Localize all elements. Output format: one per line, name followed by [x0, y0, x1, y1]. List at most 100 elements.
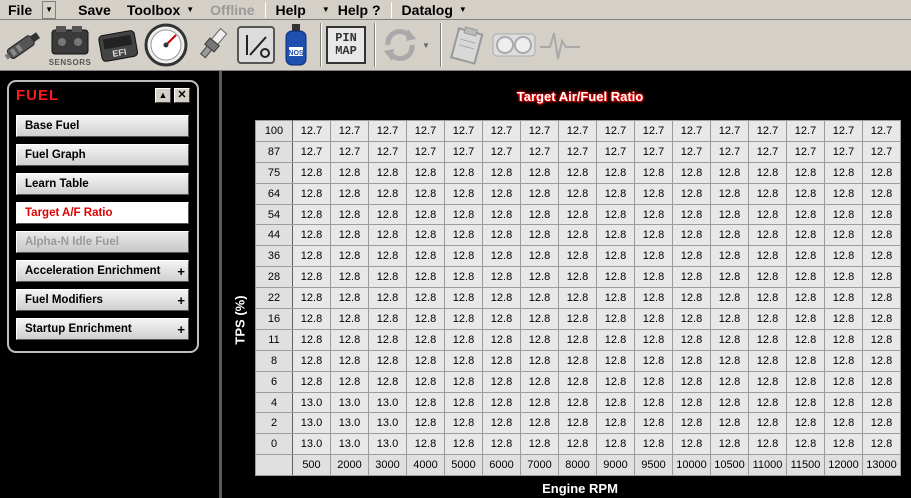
- afr-cell[interactable]: 12.8: [748, 287, 787, 310]
- afr-cell[interactable]: 12.8: [406, 287, 445, 310]
- afr-cell[interactable]: 12.8: [748, 391, 787, 414]
- afr-cell[interactable]: 12.7: [558, 120, 597, 142]
- afr-cell[interactable]: 12.8: [368, 161, 407, 184]
- afr-cell[interactable]: 12.8: [330, 349, 369, 372]
- afr-cell[interactable]: 12.8: [786, 287, 825, 310]
- afr-cell[interactable]: 12.8: [786, 412, 825, 435]
- afr-cell[interactable]: 12.8: [634, 412, 673, 435]
- afr-cell[interactable]: 13.0: [330, 391, 369, 414]
- afr-cell[interactable]: 12.8: [482, 349, 521, 372]
- afr-cell[interactable]: 12.8: [406, 266, 445, 289]
- nav-item[interactable]: Base Fuel: [16, 115, 189, 137]
- afr-cell[interactable]: 12.8: [330, 161, 369, 184]
- afr-cell[interactable]: 12.8: [558, 370, 597, 393]
- chevron-down-icon[interactable]: ▼: [422, 41, 430, 50]
- afr-cell[interactable]: 12.8: [444, 161, 483, 184]
- afr-cell[interactable]: 12.8: [292, 266, 331, 289]
- afr-cell[interactable]: 12.8: [406, 203, 445, 226]
- afr-cell[interactable]: 12.8: [634, 433, 673, 456]
- dash-gauges-button[interactable]: [492, 22, 536, 68]
- afr-cell[interactable]: 12.7: [824, 120, 863, 142]
- afr-cell[interactable]: 12.8: [786, 182, 825, 205]
- afr-cell[interactable]: 12.8: [672, 328, 711, 351]
- afr-cell[interactable]: 12.7: [368, 140, 407, 163]
- afr-cell[interactable]: 12.8: [710, 161, 749, 184]
- afr-cell[interactable]: 12.8: [824, 266, 863, 289]
- afr-cell[interactable]: 12.7: [406, 140, 445, 163]
- afr-cell[interactable]: 12.8: [748, 161, 787, 184]
- afr-cell[interactable]: 12.8: [710, 182, 749, 205]
- afr-cell[interactable]: 12.8: [634, 328, 673, 351]
- afr-cell[interactable]: 12.8: [368, 328, 407, 351]
- pin-map-button[interactable]: PIN MAP: [326, 22, 366, 68]
- afr-cell[interactable]: 12.8: [444, 203, 483, 226]
- afr-cell[interactable]: 12.8: [520, 391, 559, 414]
- minimize-button[interactable]: ▲: [155, 88, 171, 103]
- afr-cell[interactable]: 12.8: [596, 328, 635, 351]
- afr-cell[interactable]: 12.8: [634, 203, 673, 226]
- afr-cell[interactable]: 12.8: [444, 391, 483, 414]
- afr-cell[interactable]: 12.8: [368, 370, 407, 393]
- afr-cell[interactable]: 12.7: [748, 140, 787, 163]
- afr-cell[interactable]: 12.8: [406, 328, 445, 351]
- afr-cell[interactable]: 12.8: [558, 245, 597, 268]
- afr-cell[interactable]: 12.8: [520, 433, 559, 456]
- afr-cell[interactable]: 12.8: [634, 308, 673, 330]
- afr-cell[interactable]: 12.8: [330, 224, 369, 247]
- afr-cell[interactable]: 12.8: [330, 308, 369, 330]
- afr-cell[interactable]: 12.8: [634, 391, 673, 414]
- afr-cell[interactable]: 12.8: [558, 328, 597, 351]
- afr-cell[interactable]: 12.8: [824, 287, 863, 310]
- gauge-button[interactable]: [144, 22, 188, 68]
- afr-cell[interactable]: 12.8: [406, 308, 445, 330]
- afr-cell[interactable]: 12.8: [862, 433, 901, 456]
- afr-cell[interactable]: 12.7: [368, 120, 407, 142]
- afr-cell[interactable]: 12.8: [444, 287, 483, 310]
- nav-item[interactable]: Alpha-N Idle Fuel: [16, 231, 189, 253]
- afr-cell[interactable]: 12.8: [406, 182, 445, 205]
- afr-cell[interactable]: 12.8: [672, 266, 711, 289]
- afr-cell[interactable]: 12.7: [596, 120, 635, 142]
- afr-cell[interactable]: 12.8: [482, 245, 521, 268]
- afr-cell[interactable]: 13.0: [292, 412, 331, 435]
- afr-cell[interactable]: 12.8: [444, 245, 483, 268]
- afr-cell[interactable]: 12.8: [482, 391, 521, 414]
- afr-cell[interactable]: 13.0: [368, 391, 407, 414]
- afr-cell[interactable]: 12.7: [786, 120, 825, 142]
- afr-cell[interactable]: 12.8: [482, 433, 521, 456]
- afr-cell[interactable]: 12.8: [786, 203, 825, 226]
- afr-cell[interactable]: 12.8: [520, 266, 559, 289]
- afr-cell[interactable]: 12.8: [406, 349, 445, 372]
- afr-cell[interactable]: 12.8: [368, 245, 407, 268]
- afr-cell[interactable]: 12.8: [748, 182, 787, 205]
- afr-cell[interactable]: 12.8: [558, 161, 597, 184]
- nav-item[interactable]: Learn Table: [16, 173, 189, 195]
- afr-cell[interactable]: 12.8: [520, 370, 559, 393]
- sensors-button[interactable]: SENSORS: [48, 22, 92, 68]
- afr-cell[interactable]: 12.8: [292, 328, 331, 351]
- afr-cell[interactable]: 13.0: [292, 391, 331, 414]
- afr-cell[interactable]: 12.8: [634, 224, 673, 247]
- switch-button[interactable]: [236, 22, 276, 68]
- afr-cell[interactable]: 12.8: [482, 328, 521, 351]
- afr-cell[interactable]: 12.7: [786, 140, 825, 163]
- afr-cell[interactable]: 12.8: [368, 349, 407, 372]
- nav-item[interactable]: Acceleration Enrichment +: [16, 260, 189, 282]
- afr-cell[interactable]: 12.8: [596, 433, 635, 456]
- afr-cell[interactable]: 12.8: [520, 328, 559, 351]
- afr-cell[interactable]: 12.8: [444, 224, 483, 247]
- afr-cell[interactable]: 12.8: [292, 245, 331, 268]
- afr-cell[interactable]: 12.8: [596, 412, 635, 435]
- afr-cell[interactable]: 12.8: [824, 433, 863, 456]
- afr-cell[interactable]: 12.8: [786, 224, 825, 247]
- afr-cell[interactable]: 12.8: [368, 287, 407, 310]
- afr-cell[interactable]: 12.8: [406, 412, 445, 435]
- afr-cell[interactable]: 12.7: [672, 120, 711, 142]
- afr-cell[interactable]: 12.8: [862, 412, 901, 435]
- afr-cell[interactable]: 12.8: [748, 266, 787, 289]
- afr-cell[interactable]: 12.8: [406, 433, 445, 456]
- afr-cell[interactable]: 12.8: [786, 349, 825, 372]
- afr-cell[interactable]: 12.8: [596, 203, 635, 226]
- afr-cell[interactable]: 12.8: [368, 203, 407, 226]
- afr-cell[interactable]: 12.7: [862, 120, 901, 142]
